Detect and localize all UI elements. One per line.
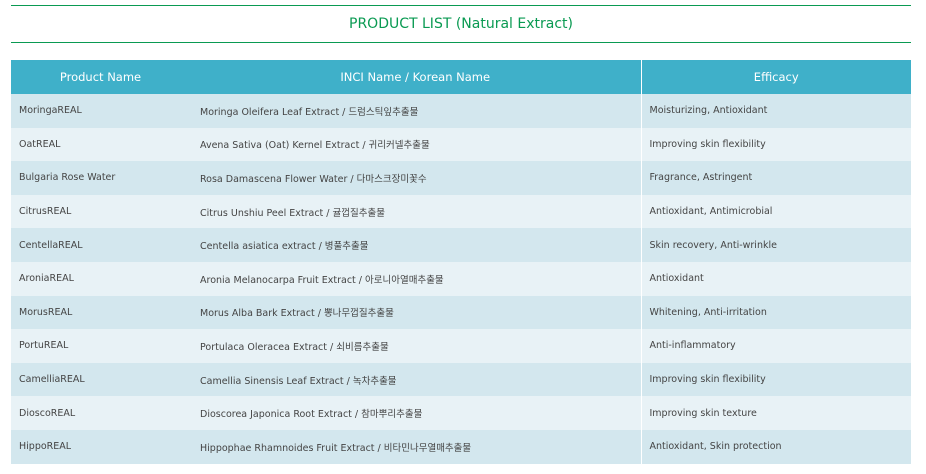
header-product-name: Product Name — [11, 60, 190, 94]
table-row: AroniaREAL Aronia Melanocarpa Fruit Extr… — [11, 261, 911, 296]
product-name-cell: MorusREAL — [11, 295, 190, 330]
product-name-cell: HippoREAL — [11, 429, 190, 464]
header-inci-name: INCI Name / Korean Name — [190, 60, 642, 94]
table-row: DioscoREAL Dioscorea Japonica Root Extra… — [11, 396, 911, 430]
product-name-cell: OatREAL — [11, 127, 190, 162]
inci-name-cell: Rosa Damascena Flower Water / 다마스크장미꽃수 — [190, 161, 641, 195]
efficacy-cell: Antioxidant, Skin protection — [640, 429, 911, 464]
efficacy-cell: Improving skin flexibility — [640, 127, 911, 162]
table-row: OatREAL Avena Sativa (Oat) Kernel Extrac… — [11, 127, 911, 162]
table-row: CitrusREAL Citrus Unshiu Peel Extract / … — [11, 194, 911, 229]
efficacy-cell: Whitening, Anti-irritation — [640, 295, 911, 330]
inci-name-cell: Moringa Oleifera Leaf Extract / 드럼스틱잎추출물 — [190, 94, 641, 128]
page-title: PRODUCT LIST (Natural Extract) — [349, 16, 573, 32]
header-efficacy: Efficacy — [641, 60, 911, 94]
table-row: MorusREAL Morus Alba Bark Extract / 뽕나무껍… — [11, 295, 911, 330]
table-row: CentellaREAL Centella asiatica extract /… — [11, 228, 911, 262]
product-name-cell: PortuREAL — [11, 329, 190, 363]
product-name-cell: MoringaREAL — [11, 94, 190, 128]
efficacy-cell: Antioxidant — [640, 261, 911, 296]
table-row: PortuREAL Portulaca Oleracea Extract / 쇠… — [11, 329, 911, 363]
product-name-cell: CitrusREAL — [11, 194, 190, 229]
product-name-cell: CentellaREAL — [11, 228, 190, 262]
inci-name-cell: Avena Sativa (Oat) Kernel Extract / 귀리커넬… — [190, 127, 641, 162]
table-row: Bulgaria Rose Water Rosa Damascena Flowe… — [11, 161, 911, 195]
product-table: Product Name INCI Name / Korean Name Eff… — [11, 60, 911, 464]
efficacy-cell: Moisturizing, Antioxidant — [640, 94, 911, 128]
product-name-cell: AroniaREAL — [11, 261, 190, 296]
product-name-cell: CamelliaREAL — [11, 362, 190, 397]
product-name-cell: Bulgaria Rose Water — [11, 161, 190, 195]
efficacy-cell: Antioxidant, Antimicrobial — [640, 194, 911, 229]
inci-name-cell: Dioscorea Japonica Root Extract / 참마뿌리추출… — [190, 396, 641, 430]
inci-name-cell: Citrus Unshiu Peel Extract / 귤껍질추출물 — [190, 194, 641, 229]
table-header-row: Product Name INCI Name / Korean Name Eff… — [11, 60, 911, 94]
inci-name-cell: Portulaca Oleracea Extract / 쇠비름추출물 — [190, 329, 641, 363]
efficacy-cell: Improving skin texture — [640, 396, 911, 430]
title-bar: PRODUCT LIST (Natural Extract) — [11, 5, 911, 43]
product-name-cell: DioscoREAL — [11, 396, 190, 430]
efficacy-cell: Skin recovery, Anti-wrinkle — [640, 228, 911, 262]
table-row: CamelliaREAL Camellia Sinensis Leaf Extr… — [11, 362, 911, 397]
inci-name-cell: Hippophae Rhamnoides Fruit Extract / 비타민… — [190, 429, 641, 464]
table-row: HippoREAL Hippophae Rhamnoides Fruit Ext… — [11, 429, 911, 464]
inci-name-cell: Camellia Sinensis Leaf Extract / 녹차추출물 — [190, 362, 641, 397]
inci-name-cell: Aronia Melanocarpa Fruit Extract / 아로니아열… — [190, 261, 641, 296]
efficacy-cell: Improving skin flexibility — [640, 362, 911, 397]
efficacy-cell: Anti-inflammatory — [640, 329, 911, 363]
inci-name-cell: Morus Alba Bark Extract / 뽕나무껍질추출물 — [190, 295, 641, 330]
efficacy-cell: Fragrance, Astringent — [640, 161, 911, 195]
table-row: MoringaREAL Moringa Oleifera Leaf Extrac… — [11, 94, 911, 128]
inci-name-cell: Centella asiatica extract / 병풀추출물 — [190, 228, 641, 262]
